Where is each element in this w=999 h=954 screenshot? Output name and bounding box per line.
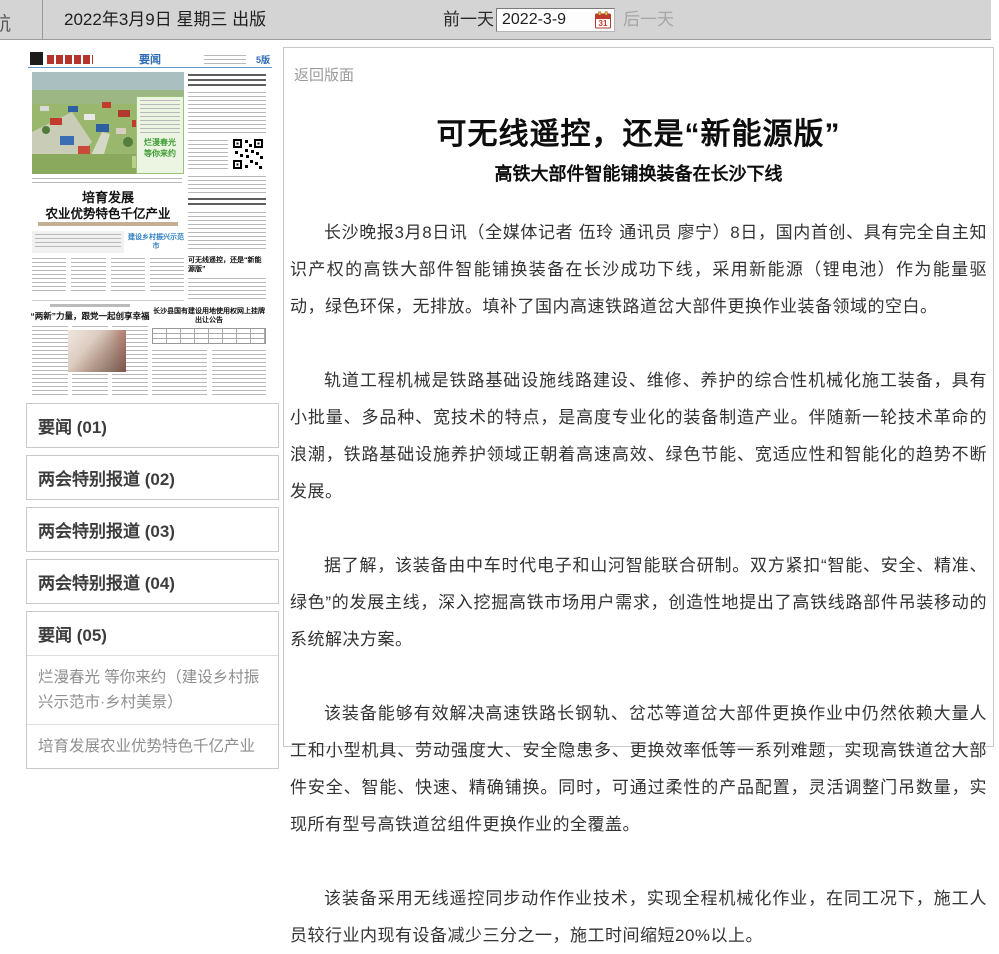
article-paragraph: 该装备采用无线遥控同步动作作业技术，实现全程机械化作业，在同工况下，施工人员较行… (290, 880, 987, 954)
article-body: 长沙晚报3月8日讯（全媒体记者 伍玲 通讯员 廖宁）8日，国内首创、具有完全自主… (290, 214, 987, 954)
sidebar-item-section-03[interactable]: 两会特别报道 (03) (26, 507, 279, 552)
right-column-text-3 (188, 176, 266, 194)
notice-text-columns (152, 350, 266, 396)
right-column-text-1 (188, 92, 266, 136)
qr-code (232, 138, 264, 170)
article-paragraph: 长沙晚报3月8日讯（全媒体记者 伍玲 通讯员 廖宁）8日，国内首创、具有完全自主… (290, 214, 987, 325)
sidebar-item-section-01[interactable]: 要闻 (01) (26, 403, 279, 448)
thumb-column-banner: 建设乡村振兴示范市 (128, 233, 184, 251)
top-toolbar: 航 2022年3月9日 星期三 出版 前一天 31 后一天 (0, 0, 991, 40)
thumb-intro-box (32, 231, 124, 253)
right-column-article-headline: 可无线遥控，还是“新能源版” (188, 256, 266, 274)
article-paragraph: 轨道工程机械是铁路基础设施线路建设、维修、养护的综合性机械化施工装备，具有小批量… (290, 362, 987, 510)
thumb-mid-headline: “两新”力量，跟党一起创享幸福 (30, 310, 150, 322)
thumb-header-rule (28, 67, 272, 68)
worker-photo (68, 330, 126, 372)
publication-date-label: 2022年3月9日 星期三 出版 (64, 0, 266, 39)
article-subtitle: 高铁大部件智能铺换装备在长沙下线 (290, 160, 987, 186)
article-link-1[interactable]: 烂漫春光 等你来约（建设乡村振兴示范市·乡村美景） (27, 656, 278, 724)
right-column-text-2 (188, 140, 228, 170)
article-paragraph: 据了解，该装备由中车时代电子和山河智能联合研制。双方紧扣“智能、安全、精准、绿色… (290, 547, 987, 658)
sidebar: 要闻 5版 (26, 50, 279, 776)
thumb-kicker-line (50, 304, 130, 307)
sidebar-current-section: 要闻 (05) 烂漫春光 等你来约（建设乡村振兴示范市·乡村美景） 培育发展农业… (26, 611, 279, 769)
right-column-heading-lines (188, 74, 266, 87)
article-title: 可无线遥控，还是“新能源版” (290, 109, 987, 153)
promo-title-line2: 等你来约 (137, 148, 183, 159)
date-picker-wrap: 31 (496, 8, 615, 32)
sidebar-item-section-02[interactable]: 两会特别报道 (02) (26, 455, 279, 500)
promo-text-lines (140, 100, 180, 134)
promo-title-line1: 烂漫春光 (137, 137, 183, 148)
thumb-body-columns (32, 258, 184, 294)
svg-text:31: 31 (599, 19, 608, 28)
sidebar-item-section-04[interactable]: 两会特别报道 (04) (26, 559, 279, 604)
land-notice-headline: 长沙县国有建设用地使用权网上挂牌出让公告 (152, 307, 266, 325)
section-list: 要闻 (01) 两会特别报道 (02) 两会特别报道 (03) 两会特别报道 (… (26, 403, 279, 769)
thumb-dateline (204, 55, 246, 64)
thumb-divider (32, 300, 184, 301)
calendar-icon[interactable]: 31 (595, 11, 611, 29)
thumb-headline-line2: 农业优势特色千亿产业 (32, 203, 184, 222)
previous-day-link[interactable]: 前一天 (443, 0, 494, 39)
notice-table (152, 328, 266, 344)
sidebar-item-section-05[interactable]: 要闻 (05) (27, 612, 278, 656)
thumb-subhead-line (38, 222, 178, 226)
article-panel: 返回版面 可无线遥控，还是“新能源版” 高铁大部件智能铺换装备在长沙下线 长沙晚… (283, 47, 994, 747)
toolbar-divider (42, 0, 43, 40)
promo-panel: 烂漫春光 等你来约 (136, 96, 184, 174)
article-paragraph: 该装备能够有效解决高速铁路长钢轨、岔芯等道岔大部件更换作业中仍然依赖大量人工和小… (290, 695, 987, 843)
page-thumbnail[interactable]: 要闻 5版 (28, 50, 272, 398)
right-column-text-4 (188, 212, 266, 252)
photo-caption-lines (32, 178, 182, 183)
right-column-text-5 (188, 278, 266, 302)
next-day-link[interactable]: 后一天 (623, 0, 674, 39)
back-to-page-link[interactable]: 返回版面 (294, 64, 354, 85)
thumb-page-number: 5版 (256, 53, 270, 66)
nav-menu-partial-label[interactable]: 航 (0, 9, 11, 36)
right-column-heading-2 (188, 198, 266, 207)
article-link-2[interactable]: 培育发展农业优势特色千亿产业 (27, 724, 278, 768)
